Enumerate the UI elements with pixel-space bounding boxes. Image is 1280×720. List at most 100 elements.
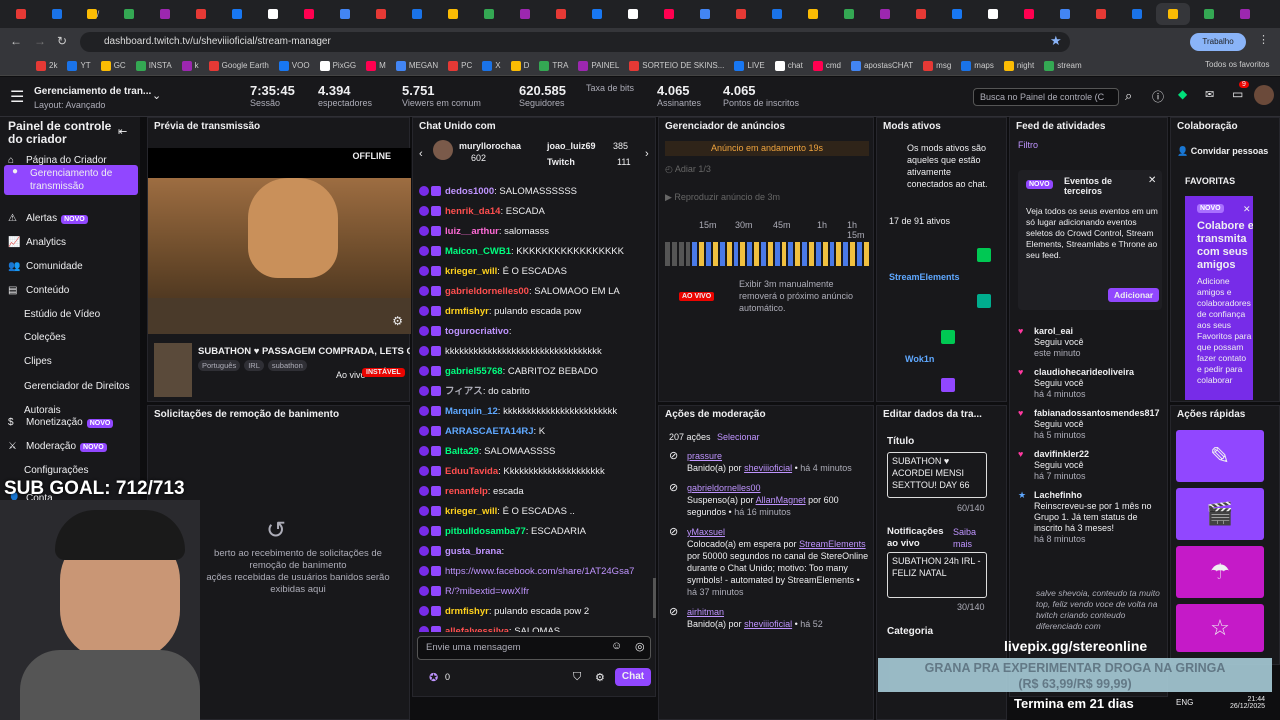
browser-tab[interactable] <box>832 3 866 25</box>
chevron-right-icon[interactable]: › <box>645 148 649 160</box>
stream-tag[interactable]: Português <box>198 360 241 371</box>
sidebar-item-7[interactable]: Coleções <box>0 326 134 350</box>
prime-icon[interactable]: ◆ <box>1178 87 1187 101</box>
browser-tab[interactable] <box>688 3 722 25</box>
browser-tab[interactable] <box>364 3 398 25</box>
browser-tab[interactable] <box>868 3 902 25</box>
browser-tab[interactable] <box>400 3 434 25</box>
ad-delay-button[interactable]: ◴ Adiar 1/3 <box>665 164 711 175</box>
bookmark-item[interactable]: PAINEL <box>578 60 619 71</box>
mod-action-user[interactable]: airhitman <box>687 606 869 618</box>
event-user[interactable]: fabianadossantosmendes817 <box>1034 408 1162 419</box>
bookmark-item[interactable]: TRA <box>539 60 568 71</box>
profile-button[interactable]: Trabalho <box>1190 33 1246 51</box>
chat-username[interactable]: henrik_da14 <box>445 206 500 217</box>
event-user[interactable]: claudiohecarideoliveira <box>1034 367 1162 378</box>
browser-tab[interactable] <box>724 3 758 25</box>
browser-tab[interactable] <box>580 3 614 25</box>
bookmark-star-icon[interactable]: ★ <box>1050 33 1062 49</box>
bookmark-item[interactable]: 2k <box>36 60 57 71</box>
mod-action-user[interactable]: prassure <box>687 450 869 462</box>
chat-username[interactable]: gusta_brana <box>445 546 502 557</box>
notif-input[interactable]: SUBATHON 24h IRL - FELIZ NATAL <box>887 552 987 598</box>
browser-tab[interactable] <box>1192 3 1226 25</box>
chat-username[interactable]: ARRASCAETA14RJ <box>445 426 534 437</box>
event-user[interactable]: davifinkler22 <box>1034 449 1162 460</box>
help-icon[interactable]: ⓘ <box>1152 88 1164 105</box>
chevron-left-icon[interactable]: ‹ <box>419 148 423 160</box>
sidebar-item-10[interactable]: $ Monetização NOVO <box>0 411 134 435</box>
select-link[interactable]: Selecionar <box>717 432 760 442</box>
chat-username[interactable]: gabrieldornelles00 <box>445 286 529 297</box>
bookmark-item[interactable]: stream <box>1044 60 1082 71</box>
channel-points-icon[interactable]: ✪ <box>429 671 438 684</box>
chat-username[interactable]: krieger_will <box>445 266 497 277</box>
mod-action-icon[interactable] <box>977 294 991 308</box>
invite-button[interactable]: 👤 Convidar pessoas <box>1177 146 1268 157</box>
browser-tab[interactable] <box>796 3 830 25</box>
stream-thumbnail[interactable]: OFFLINE ⚙ <box>148 148 411 334</box>
browser-tab[interactable] <box>148 3 182 25</box>
bookmark-item[interactable]: LIVE <box>734 60 765 71</box>
bookmark-item[interactable]: X <box>482 60 501 71</box>
mod-action-user[interactable]: gabrieldornelles00 <box>687 482 869 494</box>
browser-tab[interactable] <box>220 3 254 25</box>
collapse-icon[interactable]: ⇤ <box>118 125 127 138</box>
event-user[interactable]: karol_eai <box>1034 326 1162 337</box>
sidebar-item-6[interactable]: Estúdio de Vídeo <box>0 303 134 327</box>
clip-quick-action[interactable]: 🎬 <box>1176 488 1264 540</box>
all-bookmarks[interactable]: Todos os favoritos <box>1205 60 1269 69</box>
chat-username[interactable]: drmfishyr <box>445 606 489 617</box>
mod-action-icon[interactable] <box>977 248 991 262</box>
browser-tab[interactable] <box>292 3 326 25</box>
add-button[interactable]: Adicionar <box>1108 288 1160 302</box>
browser-tab[interactable] <box>1228 3 1262 25</box>
chat-username[interactable]: renanfelp <box>445 486 488 497</box>
bookmark-item[interactable]: chat <box>774 60 803 71</box>
browser-tab[interactable] <box>616 3 650 25</box>
browser-tab[interactable] <box>4 3 38 25</box>
chat-username[interactable]: Balta29 <box>445 446 479 457</box>
stream-tag[interactable]: IRL <box>244 360 264 371</box>
sidebar-item-3[interactable]: 📈 Analytics <box>0 231 134 255</box>
chat-username[interactable]: gabriel55768 <box>445 366 503 377</box>
event-user[interactable]: Lachefinho <box>1034 490 1162 501</box>
chat-settings-icon[interactable]: ⚙ <box>595 671 605 684</box>
browser-tab[interactable]: / <box>76 3 110 25</box>
bookmark-item[interactable]: VOO <box>278 60 310 71</box>
bookmark-item[interactable]: INSTA <box>135 60 172 71</box>
browser-tab[interactable] <box>904 3 938 25</box>
browser-tab[interactable] <box>112 3 146 25</box>
browser-tab[interactable] <box>652 3 686 25</box>
bookmark-item[interactable]: GC <box>100 60 126 71</box>
browser-tab[interactable] <box>40 3 74 25</box>
sidebar-item-5[interactable]: ▤ Conteúdo <box>0 279 134 303</box>
bookmark-item[interactable]: SORTEIO DE SKINS... <box>629 60 724 71</box>
emoji-icon[interactable]: ◎ <box>635 640 645 653</box>
search-icon[interactable]: ⌕ <box>1125 88 1132 104</box>
chat-username[interactable]: dedos1000 <box>445 186 494 197</box>
sidebar-item-11[interactable]: ⚔ Moderação NOVO <box>0 435 134 459</box>
bookmark-item[interactable]: PixGG <box>319 60 356 71</box>
chat-username[interactable]: Maicon_CWB1 <box>445 246 511 257</box>
chat-username[interactable]: pitbulldosamba77 <box>445 526 526 537</box>
filter-link[interactable]: Filtro <box>1018 140 1038 150</box>
bookmark-item[interactable]: MEGAN <box>395 60 438 71</box>
learn-more-link[interactable]: Saiba mais <box>953 526 983 550</box>
chat-username[interactable]: luiz__arthur <box>445 226 499 237</box>
chat-send-button[interactable]: Chat <box>615 668 651 686</box>
mod-action-by[interactable]: sheviiioficial <box>744 463 792 473</box>
chat-username[interactable]: drmfishyr <box>445 306 489 317</box>
shield-quick-action[interactable]: ☂ <box>1176 546 1264 598</box>
sidebar-item-9[interactable]: Gerenciador de Direitos Autorais <box>0 375 134 416</box>
sidebar-item-2[interactable]: ⚠ Alertas NOVO <box>0 207 134 231</box>
bookmark-item[interactable]: night <box>1003 60 1034 71</box>
menu-dots-icon[interactable]: ⋮ <box>1258 33 1269 46</box>
forward-icon[interactable]: → <box>34 34 46 48</box>
close-icon[interactable]: ✕ <box>1243 204 1251 215</box>
chat-username[interactable]: krieger_will <box>445 506 497 517</box>
sidebar-item-8[interactable]: Clipes <box>0 350 134 374</box>
ad-play-button[interactable]: ▶ Reproduzir anúncio de 3m <box>665 192 780 203</box>
inbox-icon[interactable]: ✉ <box>1205 88 1214 101</box>
chat-scrollbar[interactable] <box>653 578 656 618</box>
